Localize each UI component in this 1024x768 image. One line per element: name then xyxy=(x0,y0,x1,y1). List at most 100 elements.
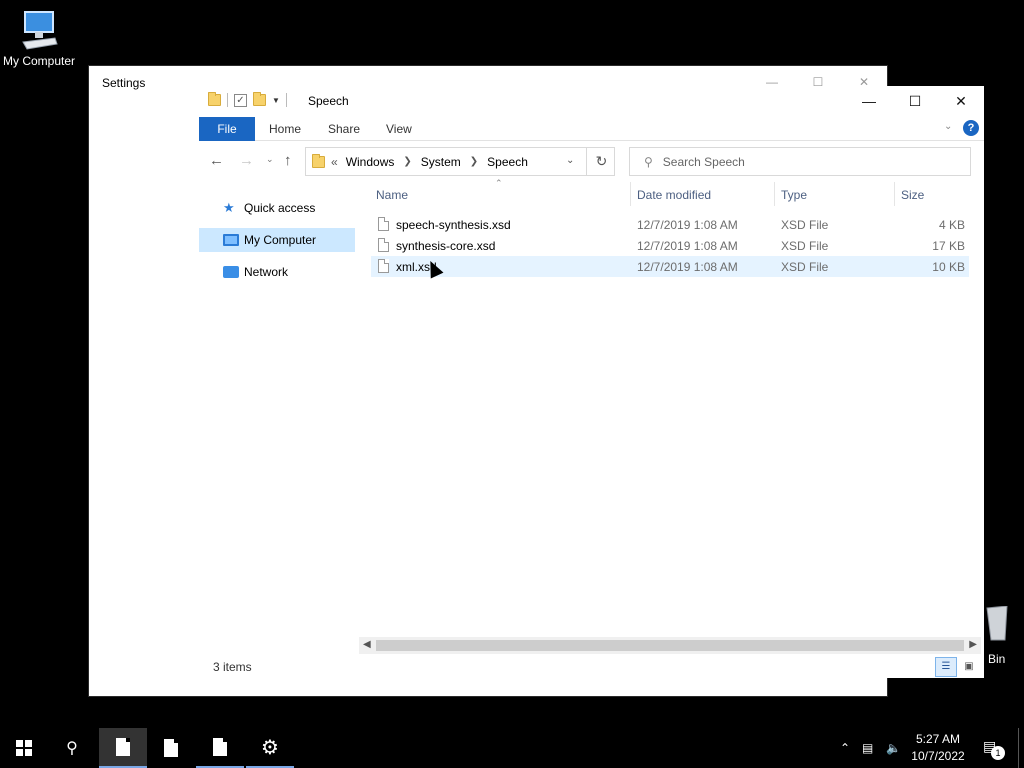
document-icon xyxy=(116,738,130,756)
search-box[interactable]: ⚲ Search Speech xyxy=(629,147,971,176)
desktop-icon-label: Bin xyxy=(988,652,1006,666)
item-count: 3 items xyxy=(213,660,252,674)
address-dropdown-chevron-icon[interactable]: ⌄ xyxy=(566,155,574,166)
network-icon[interactable]: ▤ xyxy=(862,728,873,768)
sort-ascending-icon: ⌃ xyxy=(495,178,503,188)
taskbar-app-document[interactable] xyxy=(196,728,244,768)
desktop-icon-label: My Computer xyxy=(2,54,76,68)
column-divider[interactable] xyxy=(894,182,895,206)
column-header-size[interactable]: Size xyxy=(901,188,924,202)
table-row[interactable]: synthesis-core.xsd 12/7/2019 1:08 AM XSD… xyxy=(371,235,969,256)
nav-item-my-computer[interactable]: My Computer xyxy=(199,228,355,252)
taskbar: ⚲ ⚙ ⌃ ▤ 🔈 5:27 AM 10/7/2022 ▤ 1 xyxy=(0,728,1024,768)
up-arrow-icon[interactable]: ↑ xyxy=(284,152,292,169)
show-desktop-button[interactable] xyxy=(1018,728,1019,768)
file-name: speech-synthesis.xsd xyxy=(396,218,511,232)
star-icon: ★ xyxy=(223,200,235,215)
breadcrumb-item-windows[interactable]: Windows xyxy=(346,155,395,169)
column-divider[interactable] xyxy=(630,182,631,206)
breadcrumb-item-speech[interactable]: Speech xyxy=(487,155,528,169)
start-button[interactable] xyxy=(0,728,48,768)
table-row[interactable]: speech-synthesis.xsd 12/7/2019 1:08 AM X… xyxy=(371,214,969,235)
gear-icon: ⚙ xyxy=(261,736,279,759)
maximize-button[interactable]: ☐ xyxy=(892,86,938,116)
file-date: 12/7/2019 1:08 AM xyxy=(637,218,738,232)
file-size: 17 KB xyxy=(932,239,965,253)
divider xyxy=(285,93,287,107)
minimize-button[interactable]: — xyxy=(846,86,892,116)
file-icon xyxy=(378,259,389,273)
file-date: 12/7/2019 1:08 AM xyxy=(637,260,738,274)
expand-ribbon-chevron-icon[interactable]: ⌄ xyxy=(944,121,952,132)
refresh-icon[interactable]: ↻ xyxy=(586,148,616,175)
search-icon[interactable]: ⚲ xyxy=(48,728,96,768)
recent-locations-chevron-icon[interactable]: ⌄ xyxy=(266,154,274,165)
chevron-right-icon[interactable]: ❯ xyxy=(470,156,478,167)
file-icon xyxy=(378,217,389,231)
clock-date: 10/7/2022 xyxy=(911,749,965,763)
help-icon[interactable]: ? xyxy=(963,120,979,136)
scroll-left-arrow-icon[interactable]: ◀ xyxy=(363,639,371,650)
column-header-name[interactable]: Name xyxy=(376,188,408,202)
tab-home[interactable]: Home xyxy=(269,117,301,141)
file-type: XSD File xyxy=(781,260,829,274)
large-icons-view-icon[interactable]: ▣ xyxy=(959,657,979,677)
customize-toolbar-dropdown-icon[interactable]: ▼ xyxy=(272,96,280,105)
taskbar-app-document[interactable] xyxy=(147,728,195,768)
computer-icon xyxy=(223,234,239,246)
file-icon xyxy=(378,238,389,252)
file-date: 12/7/2019 1:08 AM xyxy=(637,239,738,253)
divider xyxy=(227,93,228,107)
notification-badge: 1 xyxy=(991,746,1005,760)
tab-file[interactable]: File xyxy=(199,117,255,141)
ribbon-tabs: File Home Share View ⌄ xyxy=(199,117,984,141)
close-button[interactable]: ✕ xyxy=(938,86,984,116)
back-arrow-icon[interactable]: ← xyxy=(209,152,224,169)
address-bar[interactable]: « Windows ❯ System ❯ Speech ⌄ ↻ xyxy=(305,147,615,176)
recycle-bin-icon xyxy=(986,606,1008,641)
nav-item-network[interactable]: Network xyxy=(199,260,355,284)
new-folder-icon[interactable] xyxy=(253,92,266,106)
title-bar[interactable]: ✓ ▼ Speech — ☐ ✕ xyxy=(199,86,984,116)
file-rows: speech-synthesis.xsd 12/7/2019 1:08 AM X… xyxy=(371,214,984,277)
nav-item-quick-access[interactable]: ★ Quick access xyxy=(199,196,355,220)
volume-icon[interactable]: 🔈 xyxy=(886,728,901,768)
folder-icon xyxy=(312,153,325,168)
settings-window-title: Settings xyxy=(102,76,146,90)
properties-icon[interactable]: ✓ xyxy=(234,93,247,107)
column-divider[interactable] xyxy=(774,182,775,206)
details-view-icon[interactable]: ☰ xyxy=(935,657,957,677)
window-title: Speech xyxy=(308,94,349,108)
chevron-right-icon[interactable]: ❯ xyxy=(403,156,411,167)
desktop-icon-my-computer[interactable]: My Computer xyxy=(0,8,78,68)
search-input[interactable]: Search Speech xyxy=(663,155,745,169)
quick-access-toolbar: ✓ ▼ xyxy=(208,92,287,107)
status-bar: 3 items ☰ ▣ xyxy=(199,656,984,678)
table-row[interactable]: xml.xsd 12/7/2019 1:08 AM XSD File 10 KB xyxy=(371,256,969,277)
search-icon: ⚲ xyxy=(644,154,653,169)
forward-arrow-icon[interactable]: → xyxy=(239,152,254,169)
taskbar-app-settings[interactable]: ⚙ xyxy=(246,728,294,768)
breadcrumb-overflow[interactable]: « xyxy=(331,155,338,169)
scroll-right-arrow-icon[interactable]: ▶ xyxy=(969,639,977,650)
computer-icon xyxy=(22,11,58,50)
taskbar-app-file-explorer[interactable] xyxy=(99,728,147,768)
nav-item-label: My Computer xyxy=(244,233,317,247)
file-name: synthesis-core.xsd xyxy=(396,239,496,253)
clock[interactable]: 5:27 AM 10/7/2022 xyxy=(905,731,971,765)
file-explorer-window[interactable]: ✓ ▼ Speech — ☐ ✕ File Home Share View ⌄ … xyxy=(199,86,984,678)
show-hidden-icons-chevron-icon[interactable]: ⌃ xyxy=(840,728,850,768)
file-type: XSD File xyxy=(781,239,829,253)
tab-view[interactable]: View xyxy=(386,117,412,141)
scrollbar-thumb[interactable] xyxy=(376,640,964,651)
horizontal-scrollbar[interactable]: ◀ ▶ xyxy=(359,637,981,654)
navigation-pane: ★ Quick access My Computer Network xyxy=(199,196,355,292)
folder-icon[interactable] xyxy=(208,92,221,106)
tab-share[interactable]: Share xyxy=(328,117,360,141)
file-type: XSD File xyxy=(781,218,829,232)
column-header-date-modified[interactable]: Date modified xyxy=(637,188,711,202)
clock-time: 5:27 AM xyxy=(915,732,961,746)
column-header-type[interactable]: Type xyxy=(781,188,807,202)
breadcrumb-item-system[interactable]: System xyxy=(421,155,461,169)
windows-logo-icon xyxy=(16,740,32,756)
